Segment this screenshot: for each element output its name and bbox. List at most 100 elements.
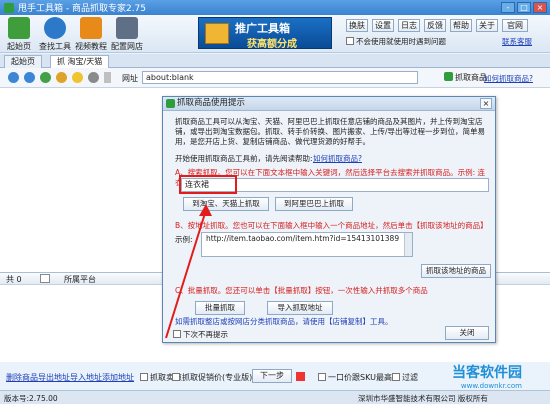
favorite-icon[interactable]: [72, 72, 83, 83]
home-button-label: 起始页: [7, 42, 31, 51]
tab-taobao[interactable]: 抓 淘宝/天猫: [50, 55, 110, 68]
grab-icon: [444, 72, 453, 81]
home-button[interactable]: 起始页: [2, 17, 36, 52]
skin-button[interactable]: 换肤: [346, 19, 368, 32]
help-checkbox[interactable]: 不会使用就使用时遇到问题: [346, 36, 446, 47]
checkbox-box[interactable]: [173, 330, 181, 338]
no-show-again-label: 下次不再提示: [183, 330, 228, 339]
copyright-text: 深圳市华盛智能技术有限公司 版权所有: [358, 394, 488, 403]
promo-line1: 推广工具箱: [235, 22, 290, 35]
filter-label: 过滤: [402, 373, 418, 382]
play-icon: [80, 17, 102, 39]
example-url: http://item.taobao.com/item.htm?id=15413…: [206, 234, 400, 243]
example-label: 示例:: [175, 235, 193, 244]
grab-alibaba-button[interactable]: 到阿里巴巴上抓取: [275, 197, 353, 211]
dropdown-arrow-icon[interactable]: [104, 72, 111, 83]
shop-copy-tip: 如需抓取整店或按网店分类抓取商品，请使用【店铺复制】工具。: [175, 317, 393, 326]
close-window-button[interactable]: ×: [533, 2, 547, 13]
import-grab-address-button[interactable]: 导入抓取地址: [267, 301, 333, 315]
import-address-link[interactable]: 导入地址: [70, 372, 102, 383]
find-tool-button[interactable]: 查找工具: [38, 17, 72, 52]
maximize-button[interactable]: □: [517, 2, 531, 13]
checkbox-box[interactable]: [392, 373, 400, 381]
toolbox-icon: [205, 23, 229, 44]
about-button[interactable]: 关于: [476, 19, 498, 32]
grab-url-button[interactable]: 抓取该地址的商品: [421, 264, 491, 278]
section-b-text: B、按地址抓取。您也可以在下面输入框中输入一个商品地址，然后单击【抓取该地址的商…: [175, 221, 488, 230]
checkbox-box[interactable]: [140, 373, 148, 381]
grab-promo-price-label: 抓取促销价(专业版): [182, 373, 253, 382]
checkbox-box[interactable]: [172, 373, 180, 381]
next-step-button[interactable]: 下一步: [252, 369, 292, 383]
no-show-again-checkbox[interactable]: 下次不再提示: [173, 329, 228, 340]
log-button[interactable]: 日志: [398, 19, 420, 32]
forward-icon[interactable]: [24, 72, 35, 83]
promo-line2: 获高额分成: [247, 39, 297, 50]
help-checkbox-label: 不会使用就使用时遇到问题: [356, 37, 446, 46]
tools-icon[interactable]: [88, 72, 99, 83]
site-watermark: 当客软件园 www.downkr.com: [452, 362, 522, 390]
tab-bar: 起始页 抓 淘宝/天猫: [0, 54, 550, 68]
watermark-url: www.downkr.com: [460, 382, 522, 390]
grid-platform-header: 所属平台: [64, 275, 96, 284]
address-label: 网址: [122, 74, 138, 83]
sku-max-price-label: 一口价跟SKU最高价: [328, 373, 400, 382]
grid-select-all[interactable]: [40, 274, 50, 283]
url-scrollbar[interactable]: [404, 233, 412, 256]
grab-goods-label: 抓取商品: [455, 73, 487, 82]
home-icon: [8, 17, 30, 39]
checkbox-box[interactable]: [318, 373, 326, 381]
url-input[interactable]: http://item.taobao.com/item.htm?id=15413…: [201, 232, 413, 257]
address-bar: 网址 about:blank 抓取商品 如何抓取商品?: [0, 68, 550, 88]
export-address-link[interactable]: 导出地址: [38, 372, 70, 383]
dialog-intro: 抓取商品工具可以从淘宝、天猫、阿里巴巴上抓取任意店铺的商品及其图片，并上传到淘宝…: [175, 117, 486, 146]
checkbox-box[interactable]: [346, 37, 354, 45]
help-button[interactable]: 帮助: [450, 19, 472, 32]
address-input[interactable]: about:blank: [142, 71, 418, 84]
refresh-icon[interactable]: [40, 72, 51, 83]
watermark-title: 当客软件园: [452, 365, 522, 381]
dialog-titlebar: 抓取商品使用提示 ×: [163, 97, 495, 111]
settings-button[interactable]: 设置: [372, 19, 394, 32]
contact-service-link[interactable]: 联系客服: [502, 36, 532, 47]
red-flag-icon: [296, 372, 305, 381]
dialog-title: 抓取商品使用提示: [177, 98, 246, 108]
find-tool-label: 查找工具: [39, 42, 71, 51]
video-tutorial-label: 视频教程: [75, 42, 107, 51]
home-nav-icon[interactable]: [56, 72, 67, 83]
grid-count-header: 共 0: [6, 275, 22, 284]
how-to-grab-help-link[interactable]: 如何抓取商品?: [313, 154, 362, 164]
feedback-button[interactable]: 反馈: [424, 19, 446, 32]
window-controls: - □ ×: [501, 2, 547, 13]
promo-banner[interactable]: 推广工具箱 获高额分成: [198, 17, 332, 50]
status-bar: 版本号:2.75.00 深圳市华盛智能技术有限公司 版权所有: [0, 390, 550, 404]
shop-config-label: 配置网店: [111, 42, 143, 51]
back-icon[interactable]: [8, 72, 19, 83]
minimize-button[interactable]: -: [501, 2, 515, 13]
dialog-icon: [166, 99, 175, 108]
website-button[interactable]: 官网: [502, 19, 528, 32]
grab-goods-button[interactable]: 抓取商品: [444, 72, 487, 83]
filter-checkbox[interactable]: 过滤: [392, 372, 418, 383]
window-titlebar: 甩手工具箱 - 商品抓取专家2.75 - □ ×: [0, 0, 550, 15]
version-text: 版本号:2.75.00: [4, 394, 58, 403]
shop-config-button[interactable]: 配置网店: [110, 17, 144, 52]
dialog-close-button[interactable]: 关闭: [445, 326, 489, 340]
grab-promo-price-checkbox[interactable]: 抓取促销价(专业版): [172, 372, 252, 383]
app-icon: [4, 2, 14, 13]
delete-goods-link[interactable]: 删除商品: [6, 372, 38, 383]
section-c-text: C、批量抓取。您还可以单击【批量抓取】按钮，一次性输入并抓取多个商品: [175, 286, 428, 295]
search-icon: [44, 17, 66, 39]
add-address-link[interactable]: 添加地址: [102, 372, 134, 383]
sku-max-price-checkbox[interactable]: 一口价跟SKU最高价: [318, 372, 400, 383]
how-to-grab-link[interactable]: 如何抓取商品?: [484, 73, 533, 84]
tab-start[interactable]: 起始页: [4, 55, 42, 68]
grab-taobao-button[interactable]: 到淘宝、天猫上抓取: [183, 197, 269, 211]
batch-grab-button[interactable]: 批量抓取: [195, 301, 245, 315]
dialog-close-icon[interactable]: ×: [480, 98, 492, 109]
window-title: 甩手工具箱 - 商品抓取专家2.75: [18, 4, 147, 14]
video-tutorial-button[interactable]: 视频教程: [74, 17, 108, 52]
shop-icon: [116, 17, 138, 39]
keyword-highlight-box: [179, 175, 237, 194]
start-help-text: 开始使用抓取商品工具前，请先阅读帮助:: [175, 154, 313, 163]
